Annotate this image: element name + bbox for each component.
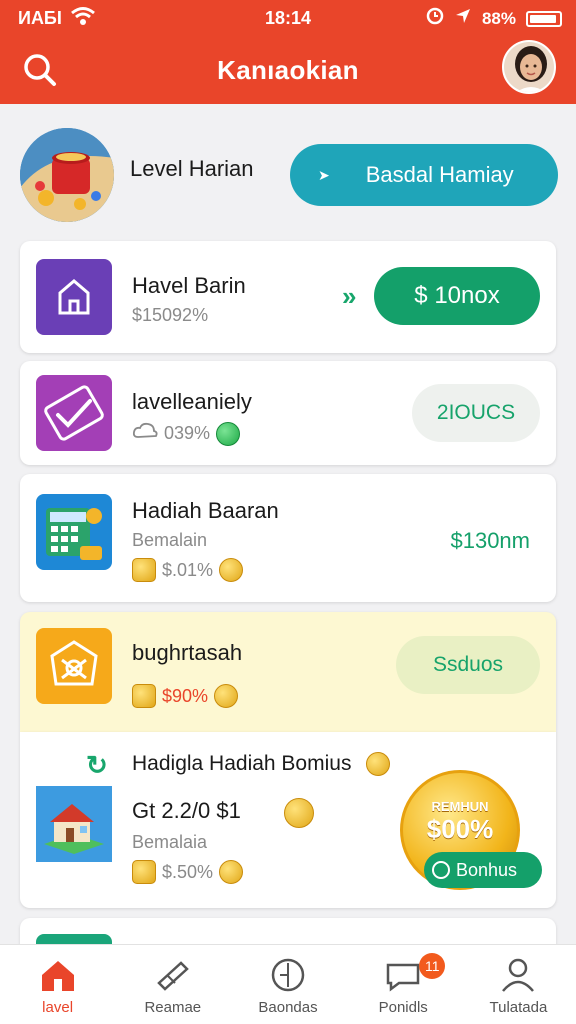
double-chevron-icon: »	[342, 281, 357, 311]
item-subtitle: Bemalain	[132, 530, 208, 550]
nav-item-level[interactable]: lavel	[0, 945, 115, 1024]
green-coin-icon	[216, 421, 241, 446]
item-meta-value: $.01%	[162, 559, 214, 580]
nav-item-tulatada[interactable]: Tulatada	[461, 945, 576, 1024]
avatar[interactable]	[502, 40, 556, 94]
user-icon	[498, 955, 538, 995]
list-item[interactable]: Havel Barin $15092% » $ 10nox	[20, 241, 556, 353]
coin-icon	[214, 684, 239, 708]
page-title: Kanıaokian	[217, 55, 359, 85]
bonus-button-label: Bonhus	[456, 859, 518, 880]
check-icon	[36, 375, 112, 451]
item-title: Hadiah Baaran	[132, 498, 279, 523]
item-meta-value: 039%	[164, 423, 211, 443]
bonus-badge-label: REMHUN	[431, 799, 489, 814]
home-icon	[36, 259, 112, 335]
coin-box-icon	[132, 684, 156, 708]
item-title: Havel Barin	[132, 273, 246, 298]
nav-label: Reamae	[144, 999, 202, 1016]
home-icon	[38, 955, 78, 995]
notification-badge: 11	[419, 953, 446, 979]
nav-label: lavel	[42, 999, 74, 1016]
claim-button[interactable]: Ssduos	[396, 636, 540, 694]
list-item-highlighted[interactable]: bughrtasah $90% Ssduos	[20, 612, 556, 732]
coin-icon	[219, 860, 244, 884]
emoji-coin-icon	[366, 752, 390, 776]
alarm-icon	[426, 7, 444, 30]
coin-box-icon	[132, 860, 156, 884]
level-action-button[interactable]: ➤ Basdal Hamiay	[290, 144, 558, 206]
item-title: lavelleaniely	[132, 389, 252, 414]
item-meta: 039%	[132, 421, 241, 446]
cloud-icon	[132, 421, 158, 446]
calculator-icon	[36, 494, 112, 570]
item-title: Hadigla Hadiah Bomius	[132, 752, 352, 775]
item-meta-value: $.50%	[162, 861, 214, 882]
item-line2: Gt 2.2/0 $1	[132, 798, 241, 823]
chat-icon	[383, 955, 423, 995]
claim-button[interactable]: 2IOUCS	[412, 384, 540, 442]
item-meta: $.50%	[132, 860, 244, 884]
nav-item-ponidls[interactable]: 11 Ponidls	[346, 945, 461, 1024]
list-item[interactable]: Hadiah Baaran Bemalain $.01% $130nm	[20, 474, 556, 602]
star-badge-icon	[36, 628, 112, 704]
bonus-button[interactable]: Bonhus	[424, 852, 542, 888]
item-meta-value: $90%	[162, 685, 209, 706]
status-right: 88%	[426, 7, 562, 30]
item-meta: $.01%	[132, 558, 244, 582]
refresh-arrow-icon: ↻	[86, 750, 108, 780]
status-bar: ИАБI 18:14 88%	[0, 0, 576, 36]
item-title: bughrtasah	[132, 640, 243, 665]
battery-percent: 88%	[481, 8, 516, 28]
location-icon	[454, 7, 472, 30]
level-action-label: Basdal Hamiay	[365, 162, 514, 187]
list-item[interactable]: lavelleaniely 039% 2IOUCS	[20, 361, 556, 465]
item-meta: $90%	[132, 684, 239, 708]
nav-label: Ponidls	[378, 999, 428, 1016]
nav-item-reamae[interactable]: Reamae	[115, 945, 230, 1024]
nav-item-baondas[interactable]: Baondas	[230, 945, 345, 1024]
item-price: $130nm	[450, 528, 530, 553]
emoji-coin-icon	[284, 798, 314, 828]
level-label: Level Harian	[130, 156, 254, 181]
claim-button[interactable]: $ 10nox	[374, 267, 540, 325]
level-row: Level Harian ➤ Basdal Hamiay	[0, 120, 576, 230]
battery-icon	[526, 10, 562, 27]
nav-label: Tulatada	[489, 999, 548, 1016]
level-illustration	[20, 128, 114, 222]
ticket-icon	[153, 955, 193, 995]
bottom-nav: lavel Reamae Baondas 11 Ponidls Tulatada	[0, 944, 576, 1024]
nav-label: Baondas	[258, 999, 318, 1016]
bonus-badge-value: $00%	[426, 814, 494, 844]
app-header: ИАБI 18:14 88% Kanıaokian	[0, 0, 576, 104]
coin-box-icon	[132, 558, 156, 582]
coin-icon	[219, 558, 244, 582]
circle-icon	[432, 861, 450, 879]
house-icon	[36, 786, 112, 862]
item-subtitle: $15092%	[132, 305, 209, 325]
chevron-right-icon: ➤	[318, 166, 330, 183]
item-subtitle: Bemalaia	[132, 832, 208, 852]
compass-icon	[268, 955, 308, 995]
